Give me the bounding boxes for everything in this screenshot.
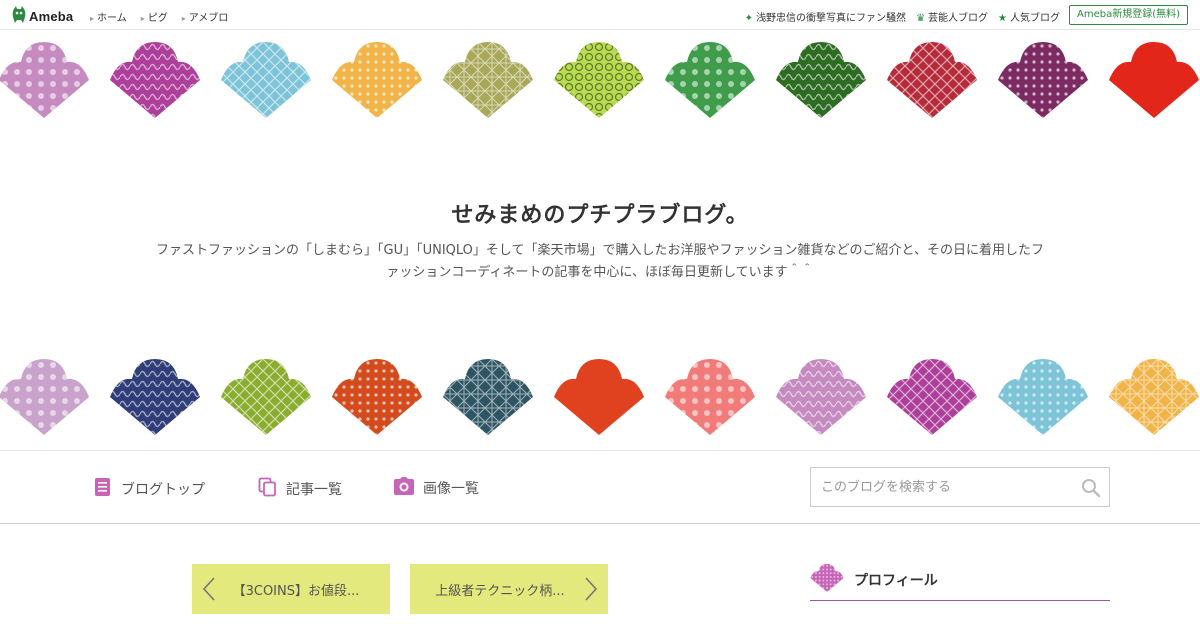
nav-blog-top[interactable]: ブログトップ xyxy=(94,477,205,501)
topic-link-news[interactable]: ✦ 浅野忠信の衝撃写真にファン騒然 xyxy=(745,9,906,24)
camera-icon xyxy=(394,477,414,499)
description-line: ァッションコーディネートの記事を中心に、ほぼ毎日更新しています＾＾ xyxy=(386,265,814,280)
document-icon xyxy=(94,477,112,501)
decorative-fan-icon xyxy=(221,359,311,435)
ameba-mascot-icon xyxy=(12,6,26,27)
chevron-right-icon xyxy=(584,576,598,606)
decorative-fan-icon xyxy=(998,359,1088,435)
nav-article-list[interactable]: 記事一覧 xyxy=(258,477,342,501)
blog-description: ファストファッションの「しまむら」「GU」「UNIQLO」そして「楽天市場」で購… xyxy=(110,240,1090,284)
global-nav: ▸ ホーム ▸ ピグ ▸ アメブロ xyxy=(90,9,228,24)
blog-search-box xyxy=(810,467,1110,507)
decorative-fan-icon xyxy=(221,42,311,118)
nav-item-label: 記事一覧 xyxy=(286,482,342,498)
decorative-fan-icon xyxy=(665,359,755,435)
nav-link-ameblo[interactable]: ▸ アメブロ xyxy=(182,9,229,24)
nav-link-pigg[interactable]: ▸ ピグ xyxy=(141,9,168,24)
decorative-fan-icon xyxy=(332,42,422,118)
decorative-fan-icon xyxy=(776,42,866,118)
description-line: ファストファッションの「しまむら」「GU」「UNIQLO」そして「楽天市場」で購… xyxy=(156,243,1044,258)
decorative-fan-icon xyxy=(887,359,977,435)
header-fan-row-bottom xyxy=(0,359,1200,435)
decorative-fan-icon xyxy=(110,42,200,118)
sidebar-profile-header: プロフィール xyxy=(810,562,1110,601)
topic-label: 人気ブログ xyxy=(1010,13,1060,24)
profile-heading: プロフィール xyxy=(854,573,938,589)
top-bar: Ameba ▸ ホーム ▸ ピグ ▸ アメブロ ✦ 浅野忠信の衝撃写真にファン騒然 ♛ 芸… xyxy=(0,0,1200,30)
nav-item-label: ブログトップ xyxy=(121,482,205,498)
decorative-fan-icon xyxy=(998,42,1088,118)
copy-icon xyxy=(258,477,277,501)
decorative-fan-icon xyxy=(443,359,533,435)
arrow-right-icon: ▸ xyxy=(181,14,186,23)
nav-link-label: ピグ xyxy=(147,13,168,24)
chevron-left-icon xyxy=(202,576,216,606)
decorative-fan-icon xyxy=(554,42,644,118)
decorative-fan-icon xyxy=(0,359,89,435)
register-button[interactable]: Ameba新規登録(無料) xyxy=(1068,5,1188,25)
blog-search-input[interactable] xyxy=(811,468,1071,506)
decorative-fan-icon xyxy=(443,42,533,118)
nav-link-label: アメブロ xyxy=(188,13,229,24)
nav-link-home[interactable]: ▸ ホーム xyxy=(90,9,127,24)
star-icon: ★ xyxy=(998,13,1007,24)
prev-article-button[interactable]: 【3COINS】お値段... xyxy=(192,564,390,614)
decorative-fan-icon xyxy=(665,42,755,118)
fan-icon xyxy=(810,564,844,596)
next-article-title: 上級者テクニック柄... xyxy=(435,583,565,599)
sparkle-icon: ✦ xyxy=(744,13,754,24)
logo-text: Ameba xyxy=(29,9,74,24)
decorative-fan-icon xyxy=(554,359,644,435)
decorative-fan-icon xyxy=(332,359,422,435)
blog-title[interactable]: せみまめのプチプラブログ。 xyxy=(0,197,1200,229)
topic-label: 芸能人ブログ xyxy=(928,13,989,24)
crown-icon: ♛ xyxy=(916,13,926,24)
nav-link-label: ホーム xyxy=(97,13,127,24)
decorative-fan-icon xyxy=(887,42,977,118)
arrow-right-icon: ▸ xyxy=(90,14,95,23)
topic-link-popular-blogs[interactable]: ★ 人気ブログ xyxy=(998,9,1060,24)
header-fan-row-top xyxy=(0,42,1200,118)
next-article-button[interactable]: 上級者テクニック柄... xyxy=(410,564,608,614)
decorative-fan-icon xyxy=(110,359,200,435)
arrow-right-icon: ▸ xyxy=(140,14,145,23)
decorative-fan-icon xyxy=(1109,42,1199,118)
topic-label: 浅野忠信の衝撃写真にファン騒然 xyxy=(756,13,907,24)
ameba-logo[interactable]: Ameba xyxy=(12,6,73,27)
topics-nav: ✦ 浅野忠信の衝撃写真にファン騒然 ♛ 芸能人ブログ ★ 人気ブログ xyxy=(745,9,1060,24)
decorative-fan-icon xyxy=(0,42,89,118)
decorative-fan-icon xyxy=(776,359,866,435)
search-icon[interactable] xyxy=(1081,478,1101,502)
topic-link-celebrity-blogs[interactable]: ♛ 芸能人ブログ xyxy=(916,9,988,24)
prev-article-title: 【3COINS】お値段... xyxy=(232,583,360,599)
nav-image-list[interactable]: 画像一覧 xyxy=(394,477,479,499)
blog-navbar: ブログトップ 記事一覧 画像一覧 xyxy=(0,450,1200,524)
nav-item-label: 画像一覧 xyxy=(423,481,479,497)
decorative-fan-icon xyxy=(1109,359,1199,435)
